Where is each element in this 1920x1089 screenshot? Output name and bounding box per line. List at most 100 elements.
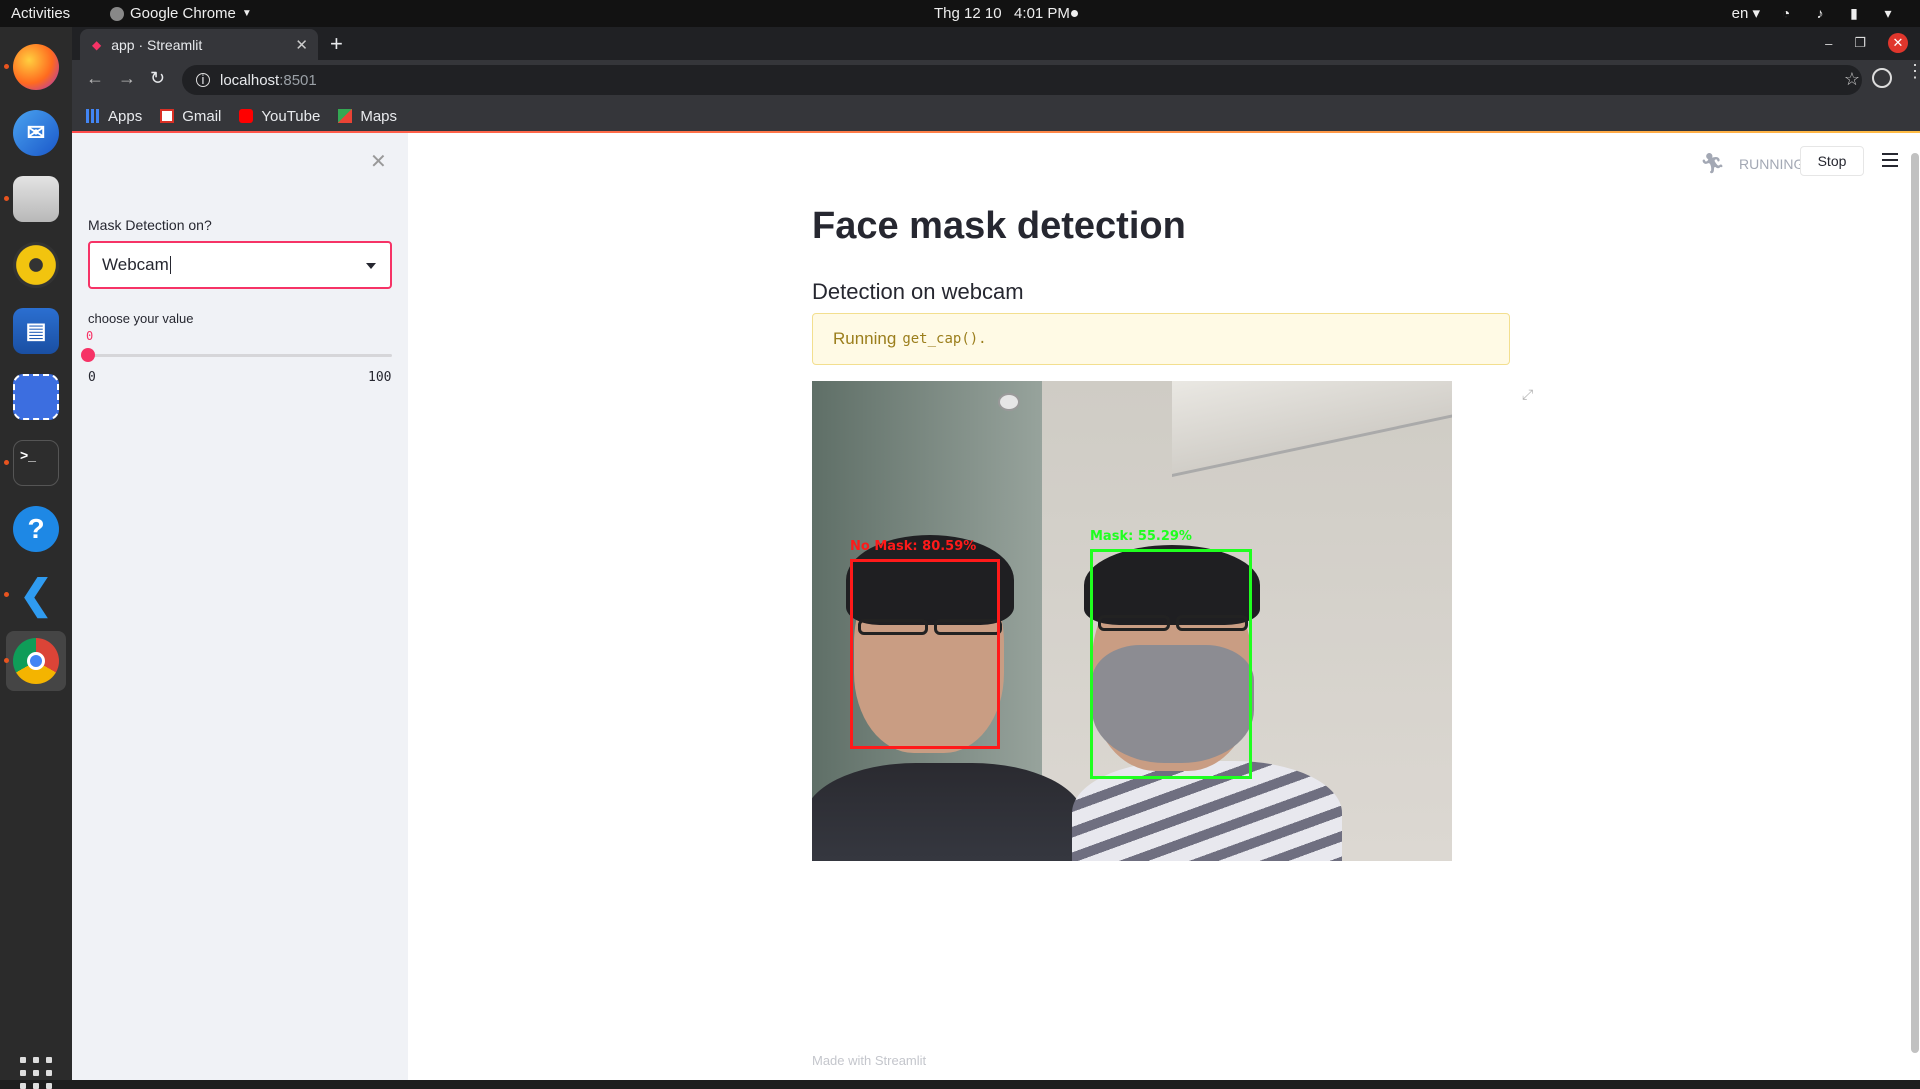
sidebar: ✕ Mask Detection on? Webcam choose your … (72, 133, 408, 1080)
new-tab-button[interactable]: + (330, 31, 343, 57)
restore-icon[interactable]: ❐ (1854, 35, 1866, 51)
url-text: localhost:8501 (220, 72, 317, 89)
running-indicator (4, 196, 9, 201)
screenshot-icon (13, 374, 59, 420)
dock-thunderbird[interactable]: ✉ (6, 103, 66, 163)
files-icon (13, 176, 59, 222)
page-scrollbar[interactable] (1910, 153, 1920, 1073)
caret-down-icon: ▼ (241, 8, 252, 19)
minimize-icon[interactable]: – (1825, 36, 1832, 51)
url-host: localhost (220, 71, 280, 89)
browser-menu-icon[interactable]: ⋮ (1906, 62, 1920, 80)
tab-close-icon[interactable]: ✕ (295, 36, 308, 54)
dock-rhythmbox[interactable] (6, 235, 66, 295)
scrollbar-thumb[interactable] (1911, 153, 1919, 1053)
slider-thumb[interactable] (81, 348, 95, 362)
streamlit-favicon: ◆ (92, 37, 102, 52)
bookmark-gmail[interactable]: Gmail (160, 108, 221, 125)
maps-icon (338, 109, 353, 123)
libreoffice-writer-icon: ▤ (13, 308, 59, 354)
mask-detection-select[interactable]: Webcam (88, 241, 392, 289)
tab-title: app · Streamlit (111, 36, 203, 53)
activities-button[interactable]: Activities (11, 5, 70, 22)
window-controls: – ❐ ✕ (1825, 33, 1908, 53)
forward-arrow-icon[interactable]: → (118, 68, 136, 89)
language-indicator[interactable]: en ▾ (1732, 4, 1760, 22)
bookmark-label: YouTube (261, 107, 321, 125)
slider-min: 0 (88, 370, 96, 385)
os-top-bar: Activities Google Chrome ▼ Thg 12 10 4:0… (0, 0, 1920, 27)
window-close-icon[interactable]: ✕ (1888, 33, 1908, 53)
dock-files[interactable] (4, 169, 66, 229)
chrome-small-icon (110, 6, 124, 21)
bookmark-label: Gmail (182, 107, 222, 125)
sidebar-close-icon[interactable]: ✕ (370, 149, 387, 174)
app-menu[interactable]: Google Chrome ▼ (110, 5, 252, 22)
dock-help[interactable]: ? (6, 499, 66, 559)
slider-current-value: 0 (86, 329, 94, 343)
browser-toolbar: ← → ↻ i localhost:8501 ☆ ⋮ (72, 60, 1920, 100)
chevron-down-icon (366, 263, 376, 269)
url-port: :8501 (279, 71, 317, 89)
profile-icon[interactable] (1872, 68, 1892, 88)
tab-strip: ◆ app · Streamlit ✕ + – ❐ ✕ (72, 27, 1920, 60)
running-indicator (4, 592, 9, 597)
dock-firefox[interactable] (4, 37, 66, 97)
select-label: Mask Detection on? (88, 217, 212, 233)
fullscreen-expand-icon[interactable]: ⤢ (1522, 386, 1533, 403)
notification-dot (1071, 10, 1078, 17)
page-title: Face mask detection (812, 205, 1186, 247)
browser-frame: ◆ app · Streamlit ✕ + – ❐ ✕ ← → ↻ i loca… (72, 27, 1920, 133)
bookmark-apps[interactable]: Apps (86, 108, 142, 125)
text-cursor (169, 256, 171, 274)
wifi-icon: ◔ (1781, 5, 1791, 21)
language-label: en (1731, 5, 1749, 22)
clock[interactable]: Thg 12 10 4:01 PM (934, 5, 1070, 22)
dock-terminal[interactable]: >_ (4, 433, 66, 493)
battery-icon: ▮ (1850, 5, 1858, 21)
bookmark-maps[interactable]: Maps (338, 108, 397, 125)
bookmark-label: Apps (108, 107, 143, 125)
rhythmbox-icon (13, 242, 59, 288)
detection-label-mask: Mask: 55.29% (1090, 529, 1192, 544)
bookmark-youtube[interactable]: YouTube (239, 108, 320, 125)
system-tray[interactable]: en ▾ ◔ ♪ ▮ ▾ (1732, 4, 1896, 22)
hamburger-menu-icon[interactable] (1882, 153, 1898, 171)
vscode-icon: ❮ (19, 573, 53, 617)
slider-max: 100 (368, 370, 392, 385)
back-arrow-icon[interactable]: ← (86, 68, 104, 89)
chrome-icon (13, 638, 59, 684)
running-alert: Running get_cap(). (812, 313, 1510, 365)
volume-icon: ♪ (1816, 5, 1824, 21)
running-indicator (4, 658, 9, 663)
select-value: Webcam (102, 255, 169, 274)
running-indicator (4, 64, 9, 69)
streamlit-app: ✕ Mask Detection on? Webcam choose your … (72, 133, 1920, 1080)
running-man-icon: 🏃︎ (1699, 153, 1725, 175)
info-icon[interactable]: i (196, 73, 210, 87)
slider-track[interactable] (81, 348, 392, 362)
footer-made-with-streamlit[interactable]: Made with Streamlit (812, 1053, 926, 1068)
alert-code: get_cap(). (902, 331, 987, 347)
tab-streamlit[interactable]: ◆ app · Streamlit ✕ (80, 29, 318, 60)
dock-vscode[interactable]: ❮ (4, 565, 66, 625)
apps-grid-icon[interactable] (20, 1057, 52, 1089)
dock-writer[interactable]: ▤ (6, 301, 66, 361)
gmail-icon (160, 109, 175, 123)
stop-button[interactable]: Stop (1800, 146, 1864, 176)
address-bar[interactable]: i localhost:8501 (182, 65, 1862, 95)
dock: ✉ ▤ >_ ? ❮ (0, 27, 72, 1089)
dock-screenshot[interactable] (6, 367, 66, 427)
bookmark-label: Maps (360, 107, 398, 125)
detection-label-no-mask: No Mask: 80.59% (850, 539, 977, 554)
firefox-icon (13, 44, 59, 90)
subheader: Detection on webcam (812, 279, 1024, 304)
app-menu-label: Google Chrome (130, 5, 236, 22)
reload-icon[interactable]: ↻ (150, 68, 165, 89)
running-status: 🏃︎ RUNNING... (1700, 151, 1816, 176)
bookmark-star-icon[interactable]: ☆ (1844, 69, 1860, 90)
dock-chrome[interactable] (4, 631, 66, 691)
help-icon: ? (13, 506, 59, 552)
alert-prefix: Running (833, 329, 897, 348)
bookmarks-bar: Apps Gmail YouTube Maps (72, 100, 1920, 132)
